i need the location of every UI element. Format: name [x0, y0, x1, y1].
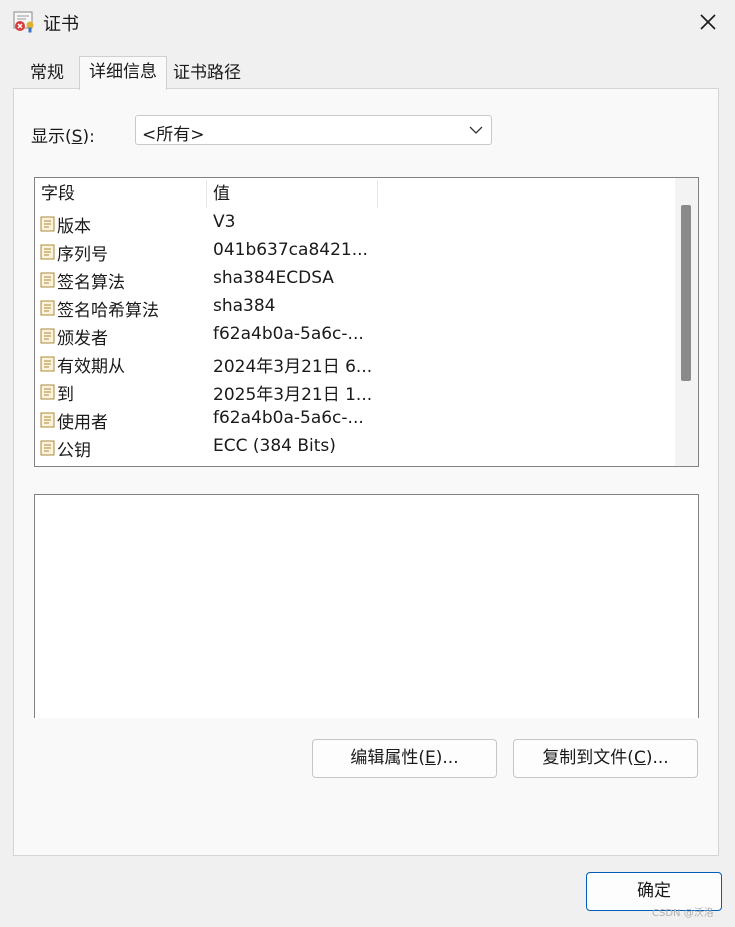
- certificate-icon: [13, 11, 34, 33]
- copy-to-file-button[interactable]: 复制到文件(C)...: [513, 739, 698, 778]
- chevron-down-icon: [469, 126, 483, 134]
- field-icon: [40, 384, 55, 400]
- tab-certificate-path-label: 证书路径: [173, 63, 241, 83]
- field-value: sha384: [213, 296, 276, 316]
- field-name: 有效期从: [57, 357, 125, 377]
- list-item[interactable]: 到 2025年3月21日 1...: [35, 378, 678, 406]
- column-header-value[interactable]: 值: [207, 178, 377, 210]
- list-item[interactable]: 版本 V3: [35, 210, 678, 238]
- field-name: 使用者: [57, 413, 108, 433]
- field-name: 公钥: [57, 441, 91, 461]
- list-item[interactable]: 公钥 ECC (384 Bits): [35, 434, 678, 462]
- field-icon: [40, 412, 55, 428]
- close-icon[interactable]: [690, 4, 726, 40]
- field-value: ECC (384 Bits): [213, 436, 336, 456]
- field-value: 2024年3月21日 6...: [213, 357, 373, 377]
- tab-details-label: 详细信息: [89, 62, 157, 82]
- scrollbar-thumb[interactable]: [681, 205, 691, 381]
- field-value: 041b637ca8421...: [213, 240, 368, 260]
- field-icon: [40, 440, 55, 456]
- field-icon: [40, 300, 55, 316]
- field-icon: [40, 356, 55, 372]
- field-name: 签名哈希算法: [57, 301, 159, 321]
- list-item[interactable]: 有效期从 2024年3月21日 6...: [35, 350, 678, 378]
- column-divider[interactable]: [377, 180, 378, 208]
- field-detail-box[interactable]: [34, 494, 699, 718]
- show-label: 显示(S):: [31, 127, 95, 147]
- column-header-field[interactable]: 字段: [35, 178, 206, 210]
- show-dropdown[interactable]: <所有>: [135, 115, 492, 145]
- field-icon: [40, 216, 55, 232]
- tab-certificate-path[interactable]: 证书路径: [167, 58, 247, 88]
- field-name: 序列号: [57, 245, 108, 265]
- list-item[interactable]: 使用者 f62a4b0a-5a6c-...: [35, 406, 678, 434]
- show-dropdown-value: <所有>: [142, 125, 205, 145]
- field-icon: [40, 328, 55, 344]
- list-item[interactable]: 序列号 041b637ca8421...: [35, 238, 678, 266]
- field-name: 签名算法: [57, 273, 125, 293]
- field-value: V3: [213, 212, 236, 232]
- title-bar: 证书: [0, 0, 735, 44]
- watermark: CSDN @沃洛: [652, 908, 714, 919]
- fields-list[interactable]: 字段 值 版本 V3 序列号 041b637ca8421... 签名算法 sha384EC…: [34, 177, 699, 467]
- field-icon: [40, 272, 55, 288]
- tab-general[interactable]: 常规: [15, 58, 79, 88]
- tab-bar: 常规 详细信息 证书路径: [13, 56, 723, 90]
- edit-properties-button[interactable]: 编辑属性(E)...: [312, 739, 497, 778]
- field-value: f62a4b0a-5a6c-...: [213, 408, 364, 428]
- field-name: 版本: [57, 217, 91, 237]
- field-name: 颁发者: [57, 329, 108, 349]
- field-value: sha384ECDSA: [213, 268, 334, 288]
- tab-general-label: 常规: [30, 63, 64, 83]
- list-item[interactable]: 颁发者 f62a4b0a-5a6c-...: [35, 322, 678, 350]
- tab-details[interactable]: 详细信息: [79, 56, 167, 90]
- field-name: 到: [57, 385, 74, 405]
- field-value: f62a4b0a-5a6c-...: [213, 324, 364, 344]
- list-item[interactable]: 签名哈希算法 sha384: [35, 294, 678, 322]
- list-item[interactable]: 签名算法 sha384ECDSA: [35, 266, 678, 294]
- window-title: 证书: [43, 14, 79, 35]
- vertical-scrollbar[interactable]: [675, 178, 698, 466]
- field-value: 2025年3月21日 1...: [213, 385, 373, 405]
- field-icon: [40, 244, 55, 260]
